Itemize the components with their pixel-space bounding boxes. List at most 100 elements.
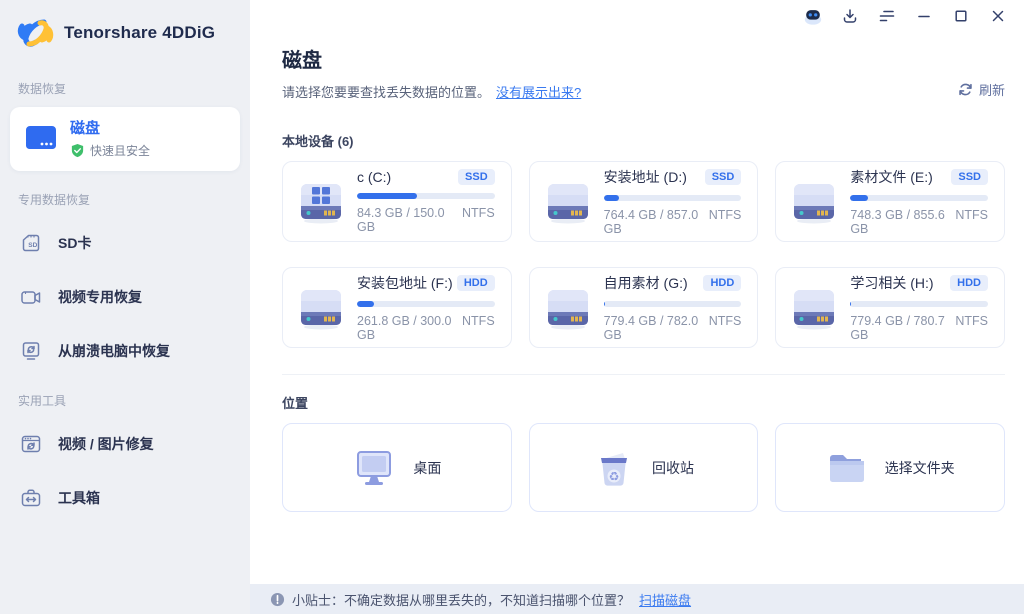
drive-grid: c (C:) SSD 84.3 GB / 150.0 GB NTFS (282, 161, 1005, 348)
drive-name: 学习相关 (H:) (850, 273, 933, 293)
sidebar-item-crashed-pc[interactable]: 从崩溃电脑中恢复 (0, 324, 250, 378)
drive-filesystem: NTFS (955, 208, 988, 236)
close-button[interactable] (988, 7, 1008, 25)
page-subtitle: 请选择您要要查找丢失数据的位置。 (282, 82, 490, 101)
drive-card[interactable]: 素材文件 (E:) SSD 748.3 GB / 855.6 GB NTFS (775, 161, 1005, 242)
location-label-desktop: 桌面 (413, 458, 441, 478)
sidebar-item-sd-card-label: SD卡 (58, 233, 91, 253)
logo-icon (16, 16, 56, 50)
page-title: 磁盘 (282, 44, 581, 73)
drive-filesystem: NTFS (709, 314, 742, 342)
main-content: 磁盘 请选择您要要查找丢失数据的位置。 没有展示出来? 刷新 (250, 26, 1024, 584)
sidebar: Tenorshare 4DDiG 数据恢复 磁盘 (0, 0, 250, 614)
titlebar (250, 0, 1024, 26)
sidebar-item-sd-card[interactable]: SD SD卡 (0, 216, 250, 270)
drive-usage-bar (850, 301, 988, 307)
drive-size: 84.3 GB / 150.0 GB (357, 206, 462, 234)
drive-name: 自用素材 (G:) (604, 273, 688, 293)
drive-usage-fill (604, 195, 619, 201)
maximize-button[interactable] (951, 7, 971, 25)
repair-icon (18, 431, 44, 457)
minimize-button[interactable] (914, 7, 934, 25)
location-grid: 桌面 ♻ 回收站 (282, 423, 1005, 512)
download-icon[interactable] (840, 7, 860, 25)
footer-tip-text: 小贴士：不确定数据从哪里丢失的，不知道扫描哪个位置？ (292, 590, 630, 609)
drive-size: 261.8 GB / 300.0 GB (357, 314, 462, 342)
drive-icon (788, 285, 840, 331)
desktop-icon (352, 448, 396, 488)
drive-size: 748.3 GB / 855.6 GB (850, 208, 955, 236)
menu-icon[interactable] (877, 7, 897, 25)
sd-card-icon: SD (18, 230, 44, 256)
drive-filesystem: NTFS (462, 314, 495, 342)
disk-icon (24, 125, 58, 151)
sidebar-item-repair[interactable]: 视频 / 图片修复 (0, 417, 250, 471)
drive-usage-fill (604, 301, 605, 307)
drive-name: 安装地址 (D:) (604, 167, 687, 187)
drive-card[interactable]: 自用素材 (G:) HDD 779.4 GB / 782.0 GB NTFS (529, 267, 759, 348)
location-label-recycle-bin: 回收站 (652, 458, 694, 478)
section-divider (282, 374, 1005, 375)
drive-filesystem: NTFS (955, 314, 988, 342)
svg-text:♻: ♻ (609, 469, 620, 483)
drive-name: 安装包地址 (F:) (357, 273, 453, 293)
drive-size: 764.4 GB / 857.0 GB (604, 208, 709, 236)
toolbox-icon (18, 485, 44, 511)
drive-size: 779.4 GB / 780.7 GB (850, 314, 955, 342)
drive-icon (788, 179, 840, 225)
info-icon (270, 592, 285, 607)
drive-type-badge: SSD (705, 169, 742, 185)
drive-usage-bar (604, 195, 742, 201)
drive-filesystem: NTFS (709, 208, 742, 236)
drive-usage-fill (850, 195, 867, 201)
drive-type-badge: SSD (951, 169, 988, 185)
sidebar-item-toolbox[interactable]: 工具箱 (0, 471, 250, 525)
main-area: 磁盘 请选择您要要查找丢失数据的位置。 没有展示出来? 刷新 (250, 0, 1024, 614)
drive-usage-fill (357, 301, 374, 307)
drive-icon (295, 179, 347, 225)
sidebar-item-video-recovery-label: 视频专用恢复 (58, 287, 142, 307)
sidebar-item-video-recovery[interactable]: 视频专用恢复 (0, 270, 250, 324)
svg-text:SD: SD (28, 242, 37, 249)
drive-icon (542, 285, 594, 331)
drive-icon (542, 179, 594, 225)
sidebar-item-disk-label: 磁盘 (70, 117, 150, 138)
drive-card[interactable]: 安装地址 (D:) SSD 764.4 GB / 857.0 GB NTFS (529, 161, 759, 242)
drive-filesystem: NTFS (462, 206, 495, 234)
sidebar-item-crashed-pc-label: 从崩溃电脑中恢复 (58, 341, 170, 361)
location-card-recycle-bin[interactable]: ♻ 回收站 (529, 423, 759, 512)
shield-check-icon (70, 143, 85, 158)
sidebar-section-special-recovery: 专用数据恢复 (0, 177, 250, 216)
drive-size: 779.4 GB / 782.0 GB (604, 314, 709, 342)
locations-title: 位置 (282, 393, 1005, 412)
refresh-button[interactable]: 刷新 (958, 80, 1005, 99)
refresh-icon (958, 82, 973, 97)
crashed-pc-icon (18, 338, 44, 364)
location-card-folder[interactable]: 选择文件夹 (775, 423, 1005, 512)
drive-usage-bar (357, 301, 495, 307)
drive-card[interactable]: 安装包地址 (F:) HDD 261.8 GB / 300.0 GB NTFS (282, 267, 512, 348)
not-shown-link[interactable]: 没有展示出来? (496, 82, 581, 101)
sidebar-item-disk[interactable]: 磁盘 快速且安全 (10, 107, 240, 171)
sidebar-section-data-recovery: 数据恢复 (0, 66, 250, 105)
drive-name: 素材文件 (E:) (850, 167, 932, 187)
app-window: Tenorshare 4DDiG 数据恢复 磁盘 (0, 0, 1024, 614)
drive-name: c (C:) (357, 169, 391, 185)
drive-usage-bar (850, 195, 988, 201)
drive-usage-bar (357, 193, 495, 199)
drive-card[interactable]: c (C:) SSD 84.3 GB / 150.0 GB NTFS (282, 161, 512, 242)
drive-icon (295, 285, 347, 331)
sidebar-item-disk-sub: 快速且安全 (90, 142, 150, 159)
location-card-desktop[interactable]: 桌面 (282, 423, 512, 512)
video-camera-icon (18, 284, 44, 310)
footer-tip-bar: 小贴士：不确定数据从哪里丢失的，不知道扫描哪个位置？ 扫描磁盘 (250, 584, 1024, 614)
scan-disk-link[interactable]: 扫描磁盘 (639, 590, 691, 609)
drive-type-badge: HDD (457, 275, 495, 291)
app-logo: Tenorshare 4DDiG (0, 14, 250, 66)
drive-type-badge: SSD (458, 169, 495, 185)
drive-type-badge: HDD (703, 275, 741, 291)
location-label-folder: 选择文件夹 (885, 458, 955, 478)
local-devices-title: 本地设备 (6) (282, 131, 1005, 150)
assistant-bot-icon[interactable] (803, 7, 823, 25)
drive-card[interactable]: 学习相关 (H:) HDD 779.4 GB / 780.7 GB NTFS (775, 267, 1005, 348)
